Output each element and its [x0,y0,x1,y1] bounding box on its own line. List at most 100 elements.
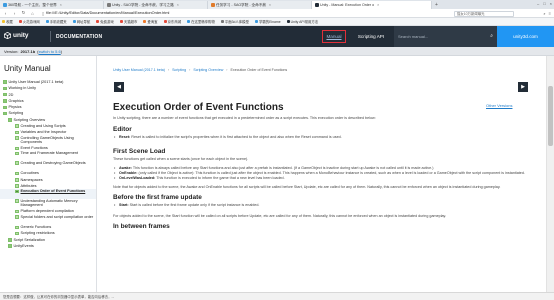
status-text: 您是否想要：这样做，让其可在你的浏览器中显示表单，能否向后移去，... [3,295,115,299]
bookmark-item[interactable]: 平面3d人体模型 [220,19,249,24]
section-heading-editor: Editor [113,126,132,133]
previous-page-button[interactable]: ◀ [114,82,124,92]
bookmark-item[interactable]: 收藏 [2,19,13,24]
close-tab-icon[interactable]: × [177,3,179,7]
page-scrollbar[interactable] [546,56,554,292]
refresh-icon[interactable]: ↻ [21,10,26,16]
before-first-frame-note: For objects added to the scene, the Star… [113,214,447,218]
switch-version-link[interactable]: switch to 5.6 [38,49,60,54]
browser-tab[interactable]: 任务学习 - SAO学院 - 全命不赦 × [208,1,312,9]
tree-node-icon[interactable] [8,118,12,122]
sidebar-item[interactable]: Special folders and script compilation o… [0,215,96,225]
maximize-icon[interactable]: □ [543,1,545,6]
tree-node-icon[interactable] [3,86,7,91]
tree-node-icon[interactable] [15,189,19,194]
tree-node-icon[interactable] [15,184,19,188]
tree-node-icon[interactable] [8,238,12,242]
close-window-icon[interactable]: × [550,1,552,6]
browser-tab[interactable]: Unity - Manual: Execution Order o × [312,1,432,9]
tree-node-icon[interactable] [15,225,19,230]
breadcrumb-link[interactable]: Unity User Manual (2017.1 beta) [113,68,165,72]
browser-tab[interactable]: Unity - SAO学院 - 全命不赦，学习之路 × [104,1,208,9]
version-label: Version: [4,48,19,54]
first-scene-note: Note that for objects added to the scene… [113,185,501,189]
bookmark-item[interactable]: 京东商城 [163,19,181,24]
bookmark-favicon-icon [286,20,290,23]
minimize-icon[interactable]: – [537,1,539,6]
tab-scripting-api[interactable]: Scripting API [350,30,392,43]
bookmark-item[interactable]: 在这里畅享购物 [187,19,215,24]
bookmark-favicon-icon [45,20,49,23]
bookmark-item[interactable]: 爱淘宝 [143,19,158,24]
sidebar-item-label: Understanding Automatic Memory Managemen… [20,198,78,208]
manual-search-input[interactable]: Search manual... ⌕ [394,26,497,47]
bookmark-favicon-icon [163,20,167,23]
next-page-button[interactable]: ▶ [518,82,528,92]
tree-node-icon[interactable] [15,124,19,128]
tree-node-icon[interactable] [3,80,7,84]
sidebar-item-label: Creating and Destroying GameObjects [20,160,86,165]
url-field[interactable]: ▯ file:///E:/Unity/Editor/Data/Documenta… [39,10,339,16]
breadcrumb-link[interactable]: Scripting [172,68,186,72]
close-tab-icon[interactable]: × [377,3,379,7]
close-tab-icon[interactable]: × [60,3,62,7]
browser-tab[interactable]: 360导航 - 一个主页，整个世界 × [0,1,104,9]
sidebar-item[interactable]: Execution Order of Event Functions [0,189,96,199]
breadcrumb: Unity User Manual (2017.1 beta) › Scriptin… [113,68,287,72]
tree-node-icon[interactable] [15,146,19,151]
list-item-term: Start: [119,203,129,207]
sidebar-item[interactable]: UnityEvents [0,243,96,249]
home-icon[interactable]: ⌂ [30,11,35,16]
search-icon[interactable]: ⌕ [490,33,493,39]
tab-manual[interactable]: Manual [322,30,346,43]
other-versions-link[interactable]: Other Versions [486,103,512,108]
sidebar-item[interactable]: Understanding Automatic Memory Managemen… [0,199,96,209]
bookmark-item[interactable]: 免费游戏 [96,19,114,24]
page-title: Execution Order of Event Functions [113,102,284,113]
bookmark-item[interactable]: 火花游戏网 [18,19,40,24]
scrollbar-thumb[interactable] [548,86,553,146]
breadcrumb-separator: › [226,68,228,72]
breadcrumb-link[interactable]: Scripting Overview [193,68,223,72]
close-tab-icon[interactable]: × [269,3,271,7]
back-icon[interactable]: ‹ [3,11,8,16]
sidebar-item[interactable]: Time and Framerate Management [0,151,96,161]
tree-node-icon[interactable] [15,178,19,182]
bookmark-item[interactable]: Unity API常用方法 [286,19,319,24]
tree-node-icon[interactable] [15,209,19,214]
search-icon[interactable]: ⌕ [543,11,545,16]
bookmark-item[interactable]: 网址导航 [72,19,90,24]
bookmarks-bar: 收藏 火花游戏网 手机收藏夹 网址导航 免费游戏 天猫超市 爱淘宝 京东商城 在这里畅享购物 平面… [0,18,554,26]
tree-node-icon[interactable] [15,136,19,140]
tree-node-icon[interactable] [3,111,7,116]
bookmark-label: 学霸的Einame [258,20,281,24]
tree-node-icon[interactable] [15,151,19,156]
forward-icon[interactable]: › [12,11,17,16]
sidebar-tree: Unity User Manual (2017.1 beta) Working i… [0,79,96,249]
tree-node-icon[interactable] [15,171,19,176]
tree-node-icon[interactable] [15,215,19,219]
tree-node-icon[interactable] [3,92,7,97]
bookmark-label: Unity API常用方法 [290,20,319,24]
tree-node-icon[interactable] [15,161,19,165]
unity3d-site-button[interactable]: unity3d.com [497,26,554,47]
bookmark-item[interactable]: 学霸的Einame [254,19,281,24]
menu-icon[interactable]: ≡ [549,11,551,16]
tree-node-icon[interactable] [8,244,12,248]
section-heading-before-first-frame: Before the first frame update [113,194,202,201]
tree-node-icon[interactable] [15,231,19,236]
tree-node-icon[interactable] [3,99,7,103]
sidebar-item[interactable]: Creating and Destroying GameObjects [0,161,96,171]
tree-node-icon[interactable] [15,199,19,203]
unity-logo[interactable]: unity [4,32,29,39]
tab-favicon-icon [3,3,7,7]
browser-search-input[interactable]: 猫女10万新闻曝光 [454,10,514,17]
new-tab-button[interactable]: + [432,2,441,8]
bookmark-item[interactable]: 天猫超市 [119,19,137,24]
tree-node-icon[interactable] [15,130,19,135]
sidebar-item[interactable]: Controlling GameObjects Using Components [0,136,96,146]
tab-favicon-icon [315,3,319,7]
version-number: 2017.1b [20,48,36,54]
tree-node-icon[interactable] [3,105,7,110]
bookmark-item[interactable]: 手机收藏夹 [45,19,67,24]
